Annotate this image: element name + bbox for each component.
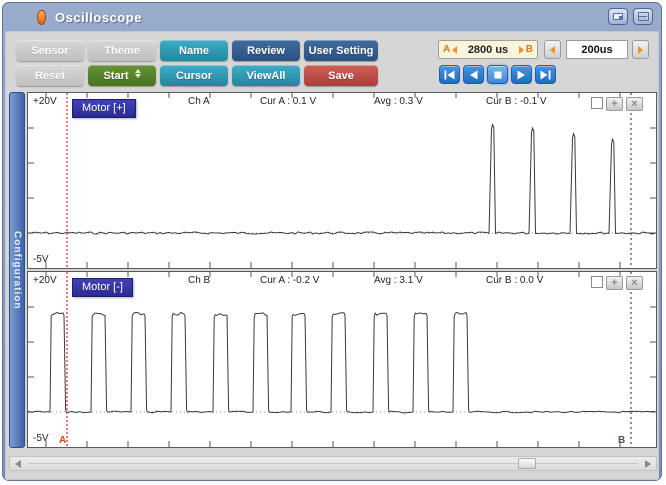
scroll-thumb[interactable] (518, 458, 536, 469)
channel-a-controls: + × (591, 97, 643, 111)
cursor-b-readout: Cur B : -0.1 V (486, 96, 547, 107)
cursor-b-marker[interactable]: B (618, 435, 625, 446)
channel-a-close-button[interactable]: × (626, 97, 643, 111)
review-button[interactable]: Review (232, 40, 300, 61)
channel-a-checkbox[interactable] (591, 97, 603, 109)
configuration-tab[interactable]: Configuration (9, 92, 25, 448)
skip-start-icon (443, 70, 456, 80)
display-icon (613, 13, 623, 20)
stop-button[interactable] (487, 65, 508, 84)
stop-icon (493, 70, 503, 80)
volt-min-label: -5V (33, 254, 49, 265)
volt-max-label: +20V (33, 275, 57, 286)
start-button[interactable]: Start (88, 65, 156, 86)
channel-a-badge[interactable]: Motor [+] (72, 99, 136, 118)
channel-b-controls: + × (591, 276, 643, 290)
volt-min-label: -5V (33, 433, 49, 444)
arrow-right-icon (519, 46, 524, 54)
channel-b-checkbox[interactable] (591, 276, 603, 288)
step-forward-button[interactable] (511, 65, 532, 84)
scroll-left-icon[interactable] (15, 460, 21, 468)
theme-button[interactable]: Theme (88, 40, 156, 61)
channel-a-add-button[interactable]: + (606, 97, 623, 111)
step-back-button[interactable] (463, 65, 484, 84)
scroll-track (28, 463, 638, 464)
channel-b-close-button[interactable]: × (626, 276, 643, 290)
app-window: Oscilloscope Sensor Theme Name Review Us… (2, 2, 662, 481)
arrow-left-icon (452, 46, 457, 54)
configuration-tab-label: Configuration (12, 231, 23, 310)
timebase-decrease-button[interactable] (544, 40, 561, 59)
average-readout: Avg : 0.3 V (374, 96, 423, 107)
timebase-value[interactable]: 200us (566, 40, 628, 59)
skip-end-icon (539, 70, 552, 80)
title-bar: Oscilloscope (5, 5, 659, 31)
channel-a-name: Ch A (188, 96, 210, 107)
window-controls (608, 8, 653, 25)
channel-b-name: Ch B (188, 275, 210, 286)
main-content: Sensor Theme Name Review User Setting Re… (5, 31, 659, 480)
channel-b-badge[interactable]: Motor [-] (72, 278, 133, 297)
waveform-chart-a (28, 93, 656, 268)
name-button[interactable]: Name (160, 40, 228, 61)
window-title: Oscilloscope (55, 10, 142, 25)
waveform-chart-b (28, 272, 656, 447)
cursor-a-readout: Cur A : 0.1 V (260, 96, 316, 107)
cursor-button[interactable]: Cursor (160, 65, 228, 86)
scroll-right-icon[interactable] (645, 460, 651, 468)
save-button[interactable]: Save (304, 65, 378, 86)
time-range-value: 2800 us (459, 44, 517, 56)
window-display-button[interactable] (608, 8, 628, 25)
start-label: Start (103, 70, 128, 82)
cursor-a-marker[interactable]: A (59, 435, 66, 446)
reset-button[interactable]: Reset (16, 65, 84, 86)
horizontal-scrollbar[interactable] (9, 456, 657, 471)
playback-controls (439, 65, 556, 84)
time-range-box[interactable]: A 2800 us B (438, 40, 538, 59)
app-icon (37, 10, 46, 25)
viewall-button[interactable]: ViewAll (232, 65, 300, 86)
previous-icon (468, 70, 479, 80)
cursor-a-label: A (443, 44, 450, 55)
channel-b-panel[interactable]: +20V Motor [-] Ch B Cur A : -0.2 V Avg :… (27, 271, 657, 448)
volt-max-label: +20V (33, 96, 57, 107)
sensor-button[interactable]: Sensor (16, 40, 84, 61)
skip-to-end-button[interactable] (535, 65, 556, 84)
cursor-b-readout: Cur B : 0.0 V (486, 275, 543, 286)
channel-b-add-button[interactable]: + (606, 276, 623, 290)
channel-a-panel[interactable]: +20V Motor [+] Ch A Cur A : 0.1 V Avg : … (27, 92, 657, 269)
average-readout: Avg : 3.1 V (374, 275, 423, 286)
user-setting-button[interactable]: User Setting (304, 40, 378, 61)
spinner-icon (135, 69, 141, 78)
window-minimize-button[interactable] (633, 8, 653, 25)
arrow-right-icon (638, 46, 643, 54)
cursor-a-readout: Cur A : -0.2 V (260, 275, 319, 286)
timebase-increase-button[interactable] (632, 40, 649, 59)
window-icon (638, 12, 649, 21)
skip-to-start-button[interactable] (439, 65, 460, 84)
arrow-left-icon (550, 46, 555, 54)
next-icon (516, 70, 527, 80)
cursor-b-label: B (526, 44, 533, 55)
